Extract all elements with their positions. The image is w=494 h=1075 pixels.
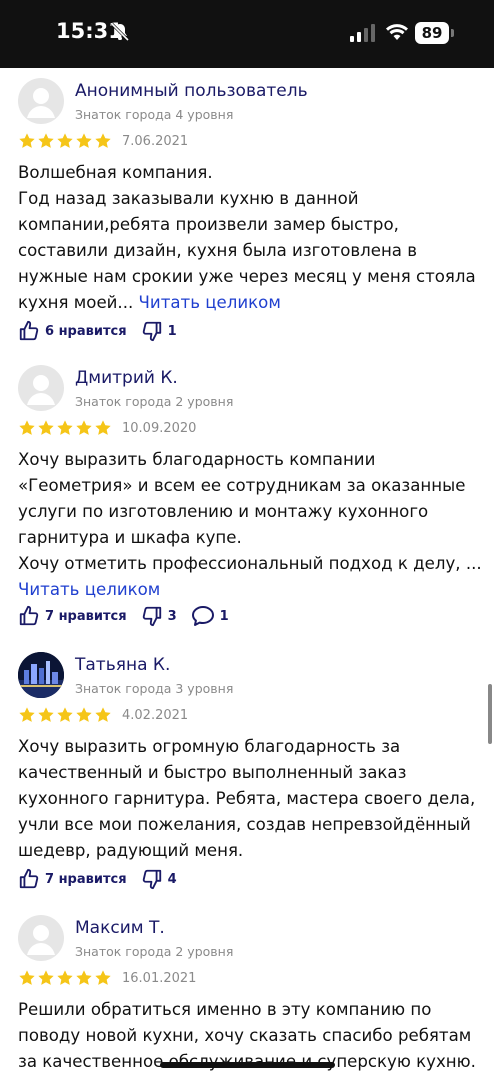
thumbs-down-icon bbox=[142, 869, 161, 890]
review-body: Решили обратиться именно в эту компанию … bbox=[18, 1000, 476, 1071]
star-icon bbox=[95, 707, 111, 722]
star-icon bbox=[19, 133, 35, 148]
scrollbar[interactable] bbox=[488, 684, 492, 744]
review-body: Хочу выразить благодарность компании «Ге… bbox=[18, 450, 482, 573]
user-placeholder-icon bbox=[27, 375, 55, 405]
star-icon bbox=[38, 133, 54, 148]
author-level: Знаток города 2 уровня bbox=[75, 394, 234, 409]
thumbs-up-icon bbox=[19, 320, 39, 341]
star-icon bbox=[95, 133, 111, 148]
review-body: Хочу выразить огромную благодарность за … bbox=[18, 737, 476, 860]
rating-stars bbox=[18, 132, 112, 150]
dislike-button[interactable]: 1 bbox=[141, 320, 177, 342]
rating-stars bbox=[18, 419, 112, 437]
review-text: Волшебная компания. Год назад заказывали … bbox=[18, 160, 484, 316]
status-bar: 15:31 89 bbox=[0, 0, 494, 68]
star-icon bbox=[95, 970, 111, 985]
author-level: Знаток города 2 уровня bbox=[75, 944, 234, 959]
star-icon bbox=[76, 707, 92, 722]
star-icon bbox=[38, 707, 54, 722]
review-author[interactable]: Дмитрий К. bbox=[75, 368, 178, 388]
dislike-count: 3 bbox=[167, 608, 177, 624]
review-actions: 7 нравится 4 bbox=[18, 868, 191, 890]
avatar[interactable] bbox=[18, 78, 64, 124]
review-body: Волшебная компания. Год назад заказывали … bbox=[18, 163, 476, 312]
wifi-icon bbox=[385, 22, 409, 46]
review-author[interactable]: Анонимный пользователь bbox=[75, 81, 308, 101]
star-icon bbox=[19, 970, 35, 985]
review-date: 16.01.2021 bbox=[122, 971, 197, 986]
avatar[interactable] bbox=[18, 365, 64, 411]
review-text: Хочу выразить благодарность компании «Ге… bbox=[18, 447, 484, 603]
thumbs-up-icon bbox=[19, 868, 39, 889]
star-icon bbox=[76, 970, 92, 985]
bell-muted-icon bbox=[110, 22, 130, 46]
home-indicator[interactable] bbox=[160, 1062, 335, 1068]
review-author[interactable]: Татьяна К. bbox=[75, 655, 170, 675]
author-level: Знаток города 4 уровня bbox=[75, 107, 234, 122]
review-author[interactable]: Максим Т. bbox=[75, 918, 165, 938]
dislike-count: 4 bbox=[167, 871, 177, 887]
battery-level: 89 bbox=[415, 22, 449, 44]
rating-stars bbox=[18, 706, 112, 724]
avatar-photo-city-night bbox=[18, 652, 64, 698]
battery-icon bbox=[451, 29, 454, 37]
review-date: 7.06.2021 bbox=[122, 134, 189, 149]
thumbs-up-icon bbox=[19, 605, 39, 626]
review-date: 4.02.2021 bbox=[122, 708, 189, 723]
user-placeholder-icon bbox=[27, 925, 55, 955]
comment-bubble-icon bbox=[191, 606, 214, 626]
cellular-signal-icon bbox=[350, 24, 376, 46]
star-icon bbox=[38, 420, 54, 435]
star-icon bbox=[95, 420, 111, 435]
dislike-button[interactable]: 3 bbox=[141, 605, 177, 627]
read-more-link[interactable]: Читать целиком bbox=[18, 580, 160, 599]
author-level: Знаток города 3 уровня bbox=[75, 681, 234, 696]
dislike-button[interactable]: 4 bbox=[141, 868, 177, 890]
dislike-count: 1 bbox=[167, 323, 177, 339]
thumbs-down-icon bbox=[142, 606, 161, 627]
review-actions: 7 нравится 3 1 bbox=[18, 605, 243, 627]
rating-stars bbox=[18, 969, 112, 987]
avatar[interactable] bbox=[18, 915, 64, 961]
review-text: Хочу выразить огромную благодарность за … bbox=[18, 734, 484, 864]
like-button[interactable]: 7 нравится bbox=[18, 868, 127, 890]
star-icon bbox=[76, 420, 92, 435]
like-count: 7 нравится bbox=[45, 871, 127, 887]
user-placeholder-icon bbox=[27, 88, 55, 118]
star-icon bbox=[57, 133, 73, 148]
star-icon bbox=[76, 133, 92, 148]
star-icon bbox=[19, 420, 35, 435]
review-actions: 6 нравится 1 bbox=[18, 320, 191, 342]
star-icon bbox=[19, 707, 35, 722]
thumbs-down-icon bbox=[142, 321, 161, 342]
star-icon bbox=[57, 420, 73, 435]
like-button[interactable]: 6 нравится bbox=[18, 320, 127, 342]
comment-button[interactable]: 1 bbox=[191, 605, 229, 627]
like-button[interactable]: 7 нравится bbox=[18, 605, 127, 627]
comment-count: 1 bbox=[219, 608, 229, 624]
star-icon bbox=[38, 970, 54, 985]
read-more-link[interactable]: Читать целиком bbox=[139, 293, 281, 312]
star-icon bbox=[57, 970, 73, 985]
star-icon bbox=[57, 707, 73, 722]
review-date: 10.09.2020 bbox=[122, 421, 197, 436]
avatar[interactable] bbox=[18, 652, 64, 698]
like-count: 7 нравится bbox=[45, 608, 127, 624]
like-count: 6 нравится bbox=[45, 323, 127, 339]
